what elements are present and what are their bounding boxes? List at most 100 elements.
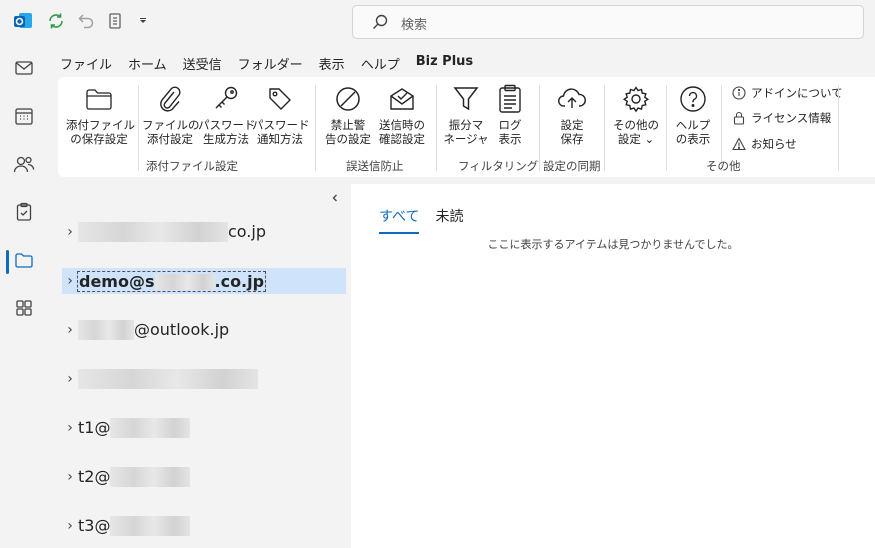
account-item[interactable]: › t2@ (62, 464, 346, 490)
about-addin-label: アドインについて (751, 86, 843, 100)
password-generation-button[interactable]: パスワード 生成方法 (198, 83, 256, 155)
chevron-right-icon: › (67, 224, 73, 240)
collapse-pane-icon[interactable] (330, 192, 340, 206)
people-icon (13, 154, 35, 178)
send-confirm-settings-button[interactable]: 送信時の 確認設定 (374, 83, 430, 155)
message-list: すべて 未読 ここに表示するアイテムは見つかりませんでした。 (351, 184, 875, 548)
ribbon: 添付ファイル の保存設定 ファイルの 添付設定 パスワード 生成方法 パスワード… (58, 77, 875, 177)
search-box[interactable]: 検索 (352, 5, 864, 39)
account-item[interactable]: › co.jp (62, 219, 346, 245)
account-name: t2@ (78, 467, 191, 488)
divider (138, 85, 139, 171)
notice-button[interactable]: お知らせ (732, 134, 797, 154)
clipboard-icon (490, 83, 530, 115)
chevron-right-icon: › (67, 322, 73, 338)
account-item-selected[interactable]: › demo@s .co.jp (62, 268, 346, 294)
license-info-button[interactable]: ライセンス情報 (732, 108, 831, 128)
button-label: 添付ファイル の保存設定 (66, 118, 135, 146)
chevron-right-icon: › (67, 518, 73, 534)
prohibited-icon (320, 83, 376, 115)
button-label: 振分マ ネージャ (443, 118, 489, 146)
help-view-button[interactable]: ヘルプ の表示 (668, 83, 718, 155)
rail-tasks[interactable] (0, 194, 48, 234)
group-divider (315, 85, 316, 171)
search-icon (371, 13, 389, 35)
gear-icon (608, 83, 664, 115)
rail-folders[interactable] (0, 242, 48, 282)
about-addin-button[interactable]: アドインについて (732, 83, 843, 103)
key-icon (198, 83, 254, 115)
tab-help[interactable]: ヘルプ (353, 50, 408, 76)
folder-icon (66, 83, 132, 115)
button-label: 送信時の 確認設定 (379, 118, 425, 146)
button-label: 設定 保存 (560, 118, 584, 146)
account-name: t1@ (78, 418, 191, 439)
account-name: t3@ (78, 516, 191, 537)
sync-icon[interactable] (45, 10, 67, 32)
account-name: co.jp (78, 222, 266, 243)
account-item[interactable]: › t3@ (62, 513, 346, 539)
account-item[interactable]: › @outlook.jp (62, 317, 346, 343)
account-item[interactable]: › t1@ (62, 415, 346, 441)
log-view-button[interactable]: ログ 表示 (490, 83, 530, 155)
apps-icon (14, 298, 34, 322)
rail-people[interactable] (0, 146, 48, 186)
chevron-right-icon: › (67, 469, 73, 485)
filter-all[interactable]: すべて (379, 206, 420, 234)
filter-unread[interactable]: 未読 (435, 206, 463, 234)
button-label: 禁止警 告の設定 (325, 118, 371, 146)
nav-rail (0, 44, 48, 548)
group-label-other: その他 (706, 159, 741, 173)
other-settings-button[interactable]: その他の 設定 ⌄ (608, 83, 664, 155)
lock-icon (733, 111, 745, 125)
outlook-logo-icon (12, 10, 34, 32)
chevron-right-icon: › (67, 371, 73, 387)
message-filters: すべて 未読 (379, 206, 479, 234)
group-label-filtering: フィルタリング (458, 159, 539, 173)
mail-icon (14, 58, 34, 82)
sort-manager-button[interactable]: 振分マ ネージャ (440, 83, 492, 155)
group-divider (604, 85, 605, 171)
tab-view[interactable]: 表示 (311, 50, 353, 76)
button-label: パスワード 生成方法 (198, 118, 256, 146)
attachment-save-settings-button[interactable]: 添付ファイル の保存設定 (66, 83, 135, 155)
group-divider (838, 85, 839, 171)
search-placeholder: 検索 (401, 18, 428, 33)
group-divider (539, 85, 540, 171)
button-label: パスワード 通知方法 (252, 118, 310, 146)
quick-access-icon[interactable] (104, 10, 126, 32)
folder-icon (14, 250, 34, 274)
tab-folder[interactable]: フォルダー (230, 50, 311, 76)
cloud-upload-icon (548, 83, 596, 115)
divider (666, 85, 667, 171)
rail-mail[interactable] (0, 50, 48, 90)
filter-icon (440, 83, 492, 115)
prohibit-warning-settings-button[interactable]: 禁止警 告の設定 (320, 83, 376, 155)
rail-apps[interactable] (0, 290, 48, 330)
menu-tabs: ファイル ホーム 送受信 フォルダー 表示 ヘルプ Biz Plus (52, 50, 481, 79)
license-info-label: ライセンス情報 (751, 111, 832, 125)
rail-calendar[interactable] (0, 98, 48, 138)
account-name: @outlook.jp (78, 320, 229, 341)
tab-home[interactable]: ホーム (120, 50, 175, 76)
calendar-icon (14, 106, 34, 130)
file-attach-settings-button[interactable]: ファイルの 添付設定 (142, 83, 200, 155)
tab-send-receive[interactable]: 送受信 (175, 50, 230, 76)
tasks-icon (14, 202, 34, 226)
undo-icon[interactable] (75, 10, 97, 32)
account-name (78, 369, 258, 390)
button-label: ファイルの 添付設定 (142, 118, 200, 146)
tab-biz-plus[interactable]: Biz Plus (408, 50, 481, 79)
folder-pane: › co.jp › demo@s .co.jp › @outlook.jp › ›… (58, 184, 350, 548)
button-label: ログ 表示 (498, 118, 522, 146)
customize-dropdown-icon[interactable] (132, 10, 154, 32)
button-label: その他の 設定 ⌄ (613, 118, 659, 146)
password-notification-button[interactable]: パスワード 通知方法 (252, 83, 310, 155)
tab-file[interactable]: ファイル (52, 50, 120, 76)
account-item[interactable]: › (62, 366, 346, 392)
empty-message: ここに表示するアイテムは見つかりませんでした。 (487, 238, 739, 251)
notice-label: お知らせ (751, 137, 797, 151)
save-settings-button[interactable]: 設定 保存 (548, 83, 596, 155)
help-icon (668, 83, 718, 115)
button-label: ヘルプ の表示 (675, 118, 711, 146)
